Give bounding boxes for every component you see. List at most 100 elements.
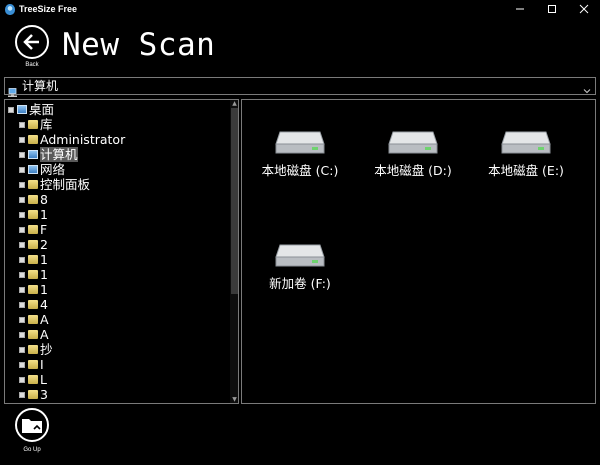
tree-item[interactable]: 3 bbox=[19, 387, 48, 402]
go-up-button[interactable] bbox=[15, 408, 49, 442]
drive-c[interactable]: 本地磁盘 (C:) bbox=[250, 128, 350, 188]
folder-icon bbox=[28, 270, 38, 279]
page-title: New Scan bbox=[62, 27, 216, 63]
tree-item[interactable]: 1 bbox=[19, 282, 48, 297]
tree-item[interactable]: I bbox=[19, 357, 44, 372]
tree-item-label: 库 bbox=[40, 117, 53, 132]
expand-toggle-icon[interactable] bbox=[19, 346, 25, 353]
expand-toggle-icon[interactable] bbox=[19, 121, 25, 128]
tree-item[interactable]: 1 bbox=[19, 207, 48, 222]
scroll-down-icon[interactable]: ▼ bbox=[231, 396, 238, 403]
tree-item[interactable]: A bbox=[19, 312, 49, 327]
tree-item[interactable]: 桌面 bbox=[8, 102, 54, 117]
drive-label: 新加卷 (F:) bbox=[269, 276, 331, 291]
tree-item[interactable]: 1 bbox=[19, 267, 48, 282]
folder-icon bbox=[28, 240, 38, 249]
expand-toggle-icon[interactable] bbox=[19, 301, 25, 308]
tree-item-label: F bbox=[40, 222, 48, 237]
folder-icon bbox=[28, 195, 38, 204]
folder-icon bbox=[28, 345, 38, 354]
expand-toggle-icon[interactable] bbox=[19, 271, 25, 278]
tree-item-label: 3 bbox=[40, 387, 48, 402]
back-arrow-icon bbox=[23, 34, 39, 50]
expand-toggle-icon[interactable] bbox=[19, 316, 25, 323]
tree-item-label: 1 bbox=[40, 252, 48, 267]
tree-item-label: 控制面板 bbox=[40, 177, 91, 192]
tree-item-label: A bbox=[40, 327, 49, 342]
tree-item[interactable]: 1 bbox=[19, 252, 48, 267]
drive-list: 本地磁盘 (C:) 本地磁盘 (D:) 本地磁盘 (E:) 新加卷 (F:) bbox=[241, 99, 596, 404]
folder-icon bbox=[28, 360, 38, 369]
tree-item[interactable]: F bbox=[19, 222, 47, 237]
folder-icon bbox=[28, 210, 38, 219]
window-title: TreeSize Free bbox=[19, 4, 78, 14]
folder-icon bbox=[28, 315, 38, 324]
tree-item-label: Administrator bbox=[40, 132, 126, 147]
tree-item[interactable]: 4 bbox=[19, 297, 48, 312]
folder-tree[interactable]: 桌面库 Administrator 计算机 网络 控制面板 8 1 F 2 1 1 1 4 A A 抄 I L 3 … bbox=[4, 99, 239, 404]
folder-icon bbox=[28, 225, 38, 234]
expand-toggle-icon[interactable] bbox=[19, 181, 25, 188]
address-bar[interactable]: 计算机 bbox=[4, 77, 596, 97]
drive-d[interactable]: 本地磁盘 (D:) bbox=[363, 128, 463, 188]
tree-item-label: 1 bbox=[40, 267, 48, 282]
expand-toggle-icon[interactable] bbox=[19, 136, 25, 143]
tree-item-label: 网络 bbox=[40, 162, 66, 177]
tree-item-label: 2 bbox=[40, 237, 48, 252]
tree-item-label: 4 bbox=[40, 297, 48, 312]
folder-icon bbox=[28, 300, 38, 309]
expand-toggle-icon[interactable] bbox=[19, 151, 25, 158]
tree-item[interactable]: L bbox=[19, 372, 47, 387]
scroll-up-icon[interactable]: ▲ bbox=[231, 100, 238, 107]
expand-toggle-icon[interactable] bbox=[19, 376, 25, 383]
expand-toggle-icon[interactable] bbox=[19, 286, 25, 293]
folder-icon bbox=[28, 255, 38, 264]
tree-item-label: I bbox=[40, 357, 44, 372]
tree-item[interactable]: 8 bbox=[19, 192, 48, 207]
tree-item-label: 1 bbox=[40, 282, 48, 297]
tree-item[interactable]: A bbox=[19, 327, 49, 342]
tree-scrollbar[interactable]: ▲ ▼ bbox=[230, 100, 238, 403]
tree-item[interactable]: Administrator bbox=[19, 132, 125, 147]
close-icon bbox=[579, 4, 589, 14]
tree-item[interactable]: 抄 bbox=[19, 342, 53, 357]
expand-toggle-icon[interactable] bbox=[19, 226, 25, 233]
tree-item-label: A bbox=[40, 312, 49, 327]
close-button[interactable] bbox=[568, 0, 600, 18]
expand-toggle-icon[interactable] bbox=[19, 331, 25, 338]
window-controls bbox=[504, 0, 600, 18]
scroll-thumb[interactable] bbox=[231, 108, 238, 294]
hard-drive-icon bbox=[501, 131, 551, 154]
drive-label: 本地磁盘 (C:) bbox=[261, 163, 339, 178]
folder-icon bbox=[28, 375, 38, 384]
expand-toggle-icon[interactable] bbox=[19, 196, 25, 203]
tree-item[interactable]: 2 bbox=[19, 237, 48, 252]
maximize-button[interactable] bbox=[536, 0, 568, 18]
hard-drive-icon bbox=[275, 244, 325, 267]
expand-toggle-icon[interactable] bbox=[19, 391, 25, 398]
folder-icon bbox=[28, 390, 38, 399]
go-up-label: Go Up bbox=[23, 447, 41, 453]
network-icon bbox=[28, 165, 38, 174]
drive-e[interactable]: 本地磁盘 (E:) bbox=[476, 128, 576, 188]
expand-toggle-icon[interactable] bbox=[19, 361, 25, 368]
back-button[interactable] bbox=[15, 25, 49, 59]
minimize-button[interactable] bbox=[504, 0, 536, 18]
computer-icon bbox=[28, 150, 38, 159]
tree-item-label: 抄 bbox=[40, 342, 53, 357]
drive-f[interactable]: 新加卷 (F:) bbox=[250, 241, 350, 301]
tree-item[interactable]: 库 bbox=[19, 117, 53, 132]
expand-toggle-icon[interactable] bbox=[8, 106, 14, 113]
hard-drive-icon bbox=[275, 131, 325, 154]
tree-item[interactable]: 网络 bbox=[19, 162, 65, 177]
expand-toggle-icon[interactable] bbox=[19, 241, 25, 248]
expand-toggle-icon[interactable] bbox=[19, 256, 25, 263]
drive-label: 本地磁盘 (D:) bbox=[374, 163, 452, 178]
dropdown-chevron-icon[interactable] bbox=[582, 81, 592, 94]
tree-item[interactable]: 计算机 bbox=[19, 147, 78, 162]
folder-icon bbox=[28, 330, 38, 339]
expand-toggle-icon[interactable] bbox=[19, 166, 25, 173]
computer-icon bbox=[8, 82, 18, 97]
expand-toggle-icon[interactable] bbox=[19, 211, 25, 218]
tree-item[interactable]: 控制面板 bbox=[19, 177, 90, 192]
